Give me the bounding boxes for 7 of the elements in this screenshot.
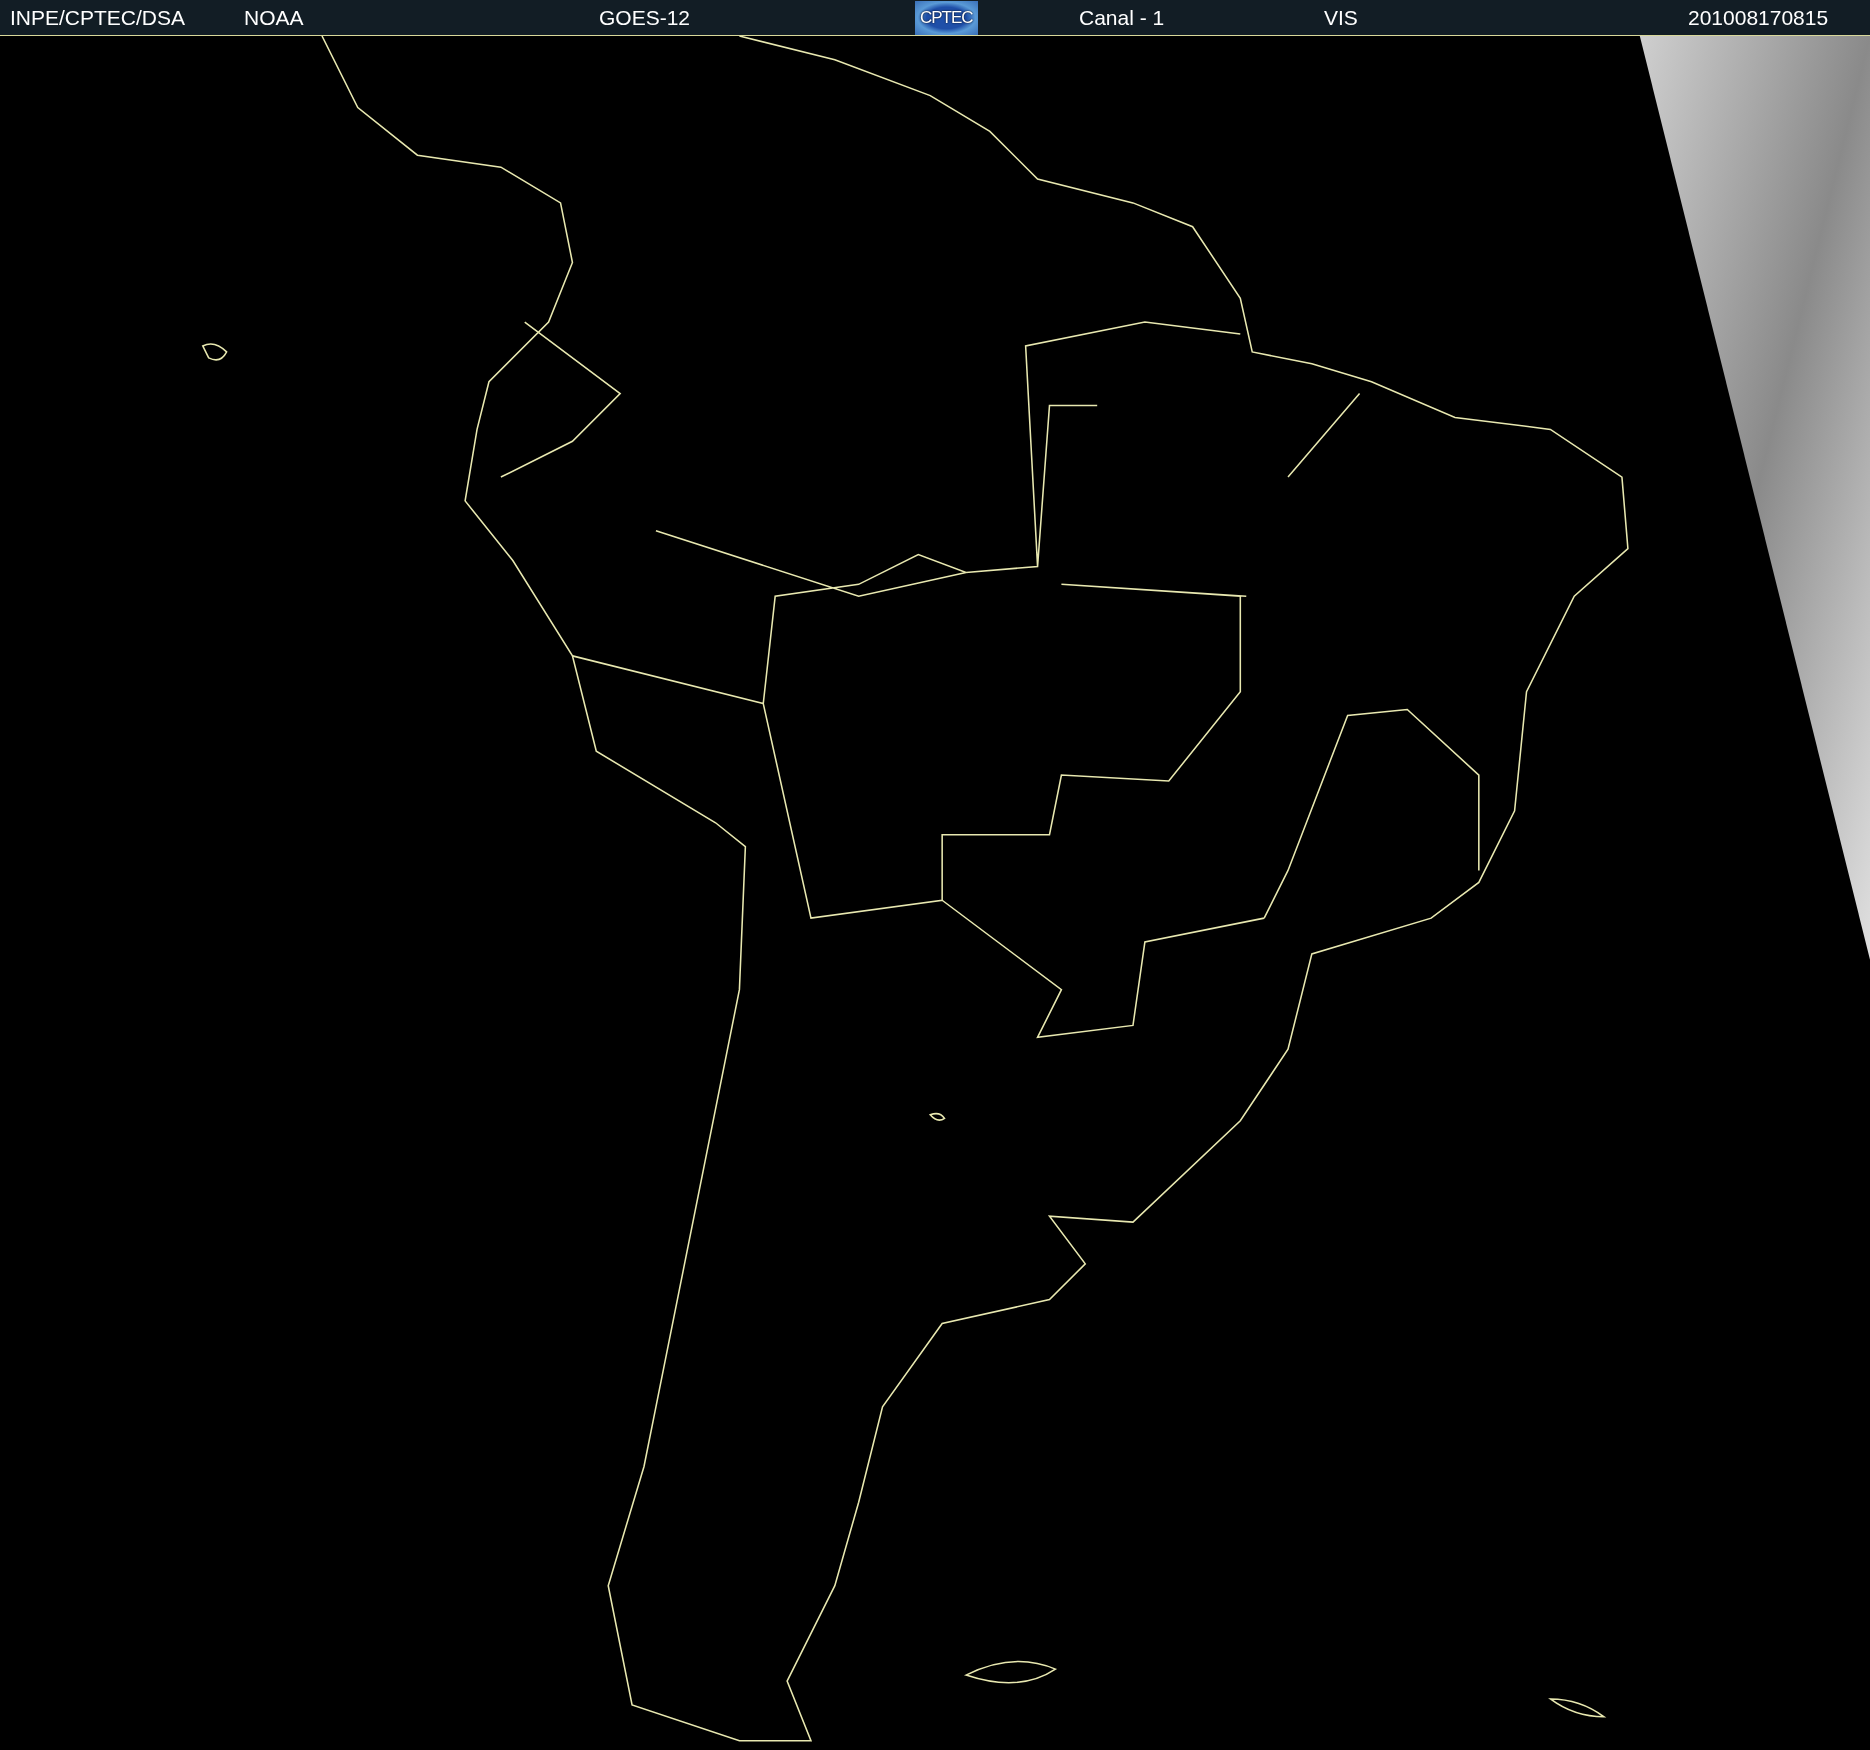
logo: CPTEC (915, 1, 978, 35)
header-label: GOES-12 (599, 5, 691, 29)
header-label: VIS (1324, 5, 1358, 29)
header-label: 201008170815 (1688, 5, 1829, 29)
header-label: Canal - 1 (1079, 5, 1165, 29)
header-label: INPE/CPTEC/DSA (10, 5, 186, 29)
header-label: NOAA (244, 5, 304, 29)
